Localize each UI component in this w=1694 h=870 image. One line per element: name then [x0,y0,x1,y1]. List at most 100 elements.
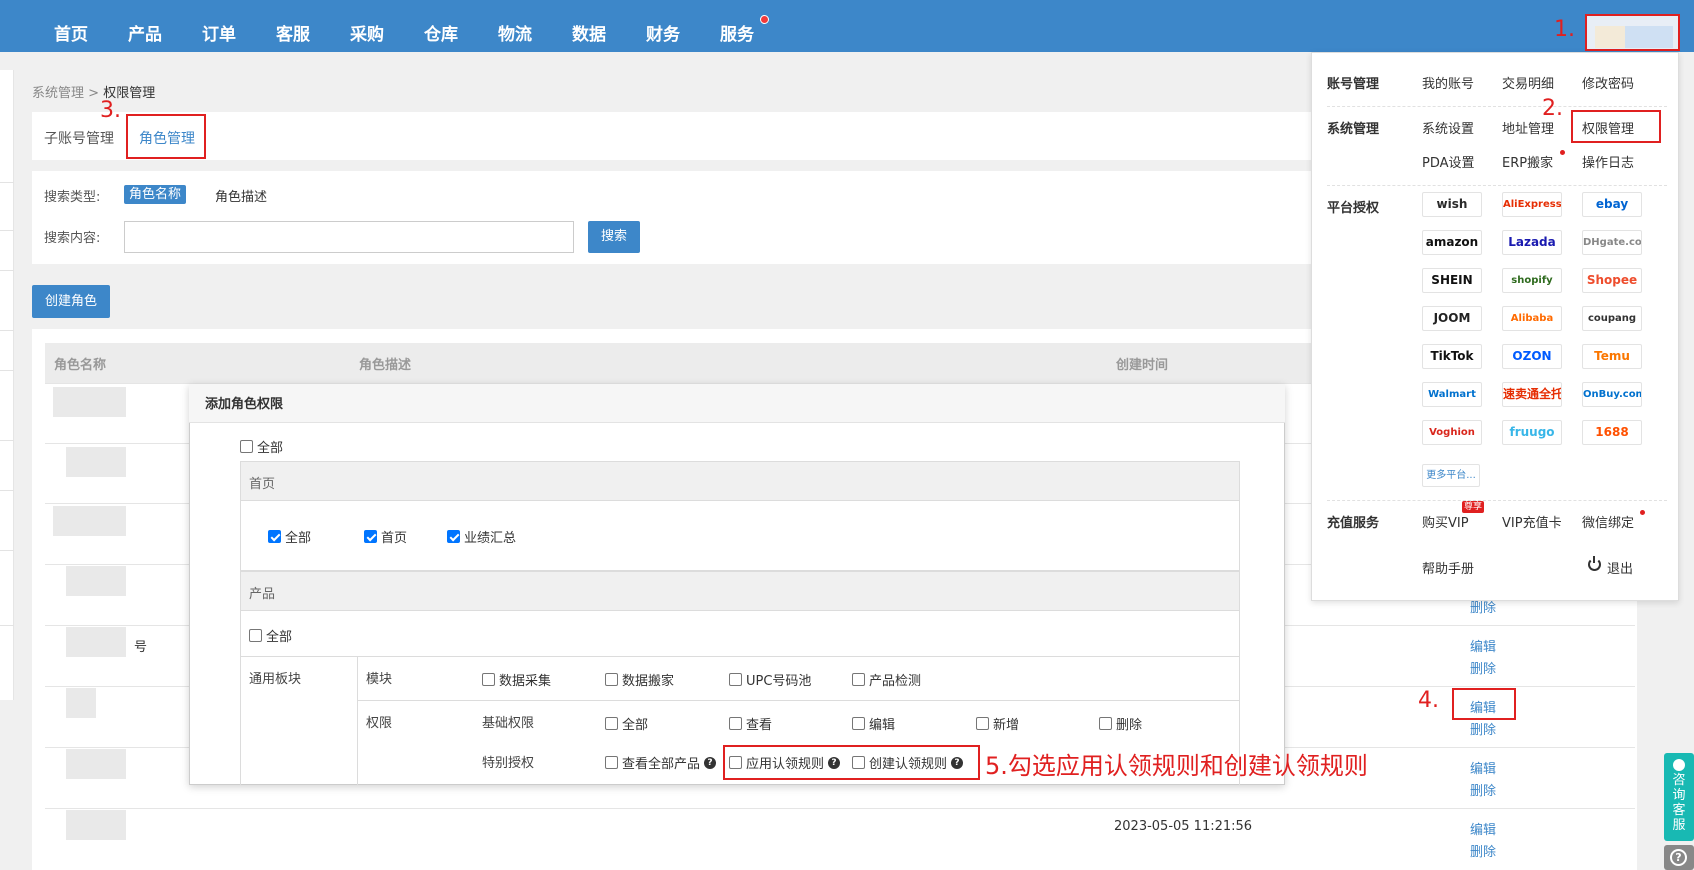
checkbox-product-check[interactable]: 产品检测 [852,670,921,689]
power-icon[interactable] [1588,556,1601,571]
checkbox-icon[interactable] [605,717,618,730]
checkbox-performance-summary[interactable]: 业绩汇总 [447,527,516,546]
checkbox-all-permissions[interactable]: 全部 [240,437,283,456]
menu-help-manual[interactable]: 帮助手册 [1422,558,1474,577]
platform-alibaba-button[interactable]: Alibaba [1502,306,1562,331]
platform-aliexpress-button[interactable]: AliExpress [1502,192,1562,217]
checkbox-data-migrate[interactable]: 数据搬家 [605,670,674,689]
search-type-role-name[interactable]: 角色名称 [124,185,187,204]
platform-lazada-button[interactable]: Lazada [1502,230,1562,255]
platform-amazon-button[interactable]: amazon [1422,230,1482,255]
menu-logout[interactable]: 退出 [1607,558,1633,577]
redacted-role-name [66,566,126,596]
menu-erp-migration[interactable]: ERP搬家 [1502,152,1553,171]
edit-link[interactable]: 编辑 [1470,636,1496,655]
create-role-button[interactable]: 创建角色 [32,285,110,318]
checkbox-home[interactable]: 首页 [364,527,407,546]
checkbox-icon[interactable] [482,673,495,686]
delete-link[interactable]: 删除 [1470,719,1496,738]
platform-onbuy-com-button[interactable]: OnBuy.com [1582,382,1642,407]
platform-temu-button[interactable]: Temu [1582,344,1642,369]
checkbox-basic-view[interactable]: 查看 [729,714,772,733]
nav-finance[interactable]: 财务 [646,20,680,45]
menu-operation-log[interactable]: 操作日志 [1582,152,1634,171]
menu-my-account[interactable]: 我的账号 [1422,73,1474,92]
checkbox-icon[interactable] [852,673,865,686]
breadcrumb-parent[interactable]: 系统管理 [32,86,84,101]
customer-service-float[interactable]: 咨询客服 [1664,753,1694,841]
platform-fruugo-button[interactable]: fruugo [1502,420,1562,445]
nav-product[interactable]: 产品 [128,20,162,45]
checkbox-icon[interactable] [249,629,262,642]
edit-link[interactable]: 编辑 [1470,819,1496,838]
checkbox-label: 首页 [381,531,408,546]
nav-services[interactable]: 服务 [720,20,754,45]
checkbox-icon[interactable] [729,717,742,730]
platform-ebay-button[interactable]: ebay [1582,192,1642,217]
checkbox-basic-add[interactable]: 新增 [976,714,1019,733]
tab-sub-accounts[interactable]: 子账号管理 [44,128,114,148]
platform-shein-button[interactable]: SHEIN [1422,268,1482,293]
checkbox-icon[interactable] [605,673,618,686]
platform--button[interactable]: 速卖通全托管 [1502,382,1562,407]
nav-purchase[interactable]: 采购 [350,20,384,45]
help-float[interactable]: ? [1664,845,1694,870]
menu-change-password[interactable]: 修改密码 [1582,73,1634,92]
checkbox-icon[interactable] [852,717,865,730]
menu-system-settings[interactable]: 系统设置 [1422,118,1474,137]
account-avatar-button[interactable] [1585,14,1680,51]
search-type-role-desc[interactable]: 角色描述 [215,186,267,205]
checkbox-icon[interactable] [268,530,281,543]
redacted-role-name [53,387,126,417]
platform-ozon-button[interactable]: OZON [1502,344,1562,369]
platform-wish-button[interactable]: wish [1422,192,1482,217]
nav-orders[interactable]: 订单 [202,20,236,45]
platform-coupang-button[interactable]: coupang [1582,306,1642,331]
menu-vip-card[interactable]: VIP充值卡 [1502,512,1562,531]
checkbox-upc-pool[interactable]: UPC号码池 [729,670,811,689]
search-button[interactable]: 搜索 [588,221,640,253]
menu-buy-vip[interactable]: 购买VIP [1422,512,1469,531]
menu-pda-settings[interactable]: PDA设置 [1422,152,1475,171]
nav-data[interactable]: 数据 [572,20,606,45]
platform-walmart-button[interactable]: Walmart [1422,382,1482,407]
checkbox-icon[interactable] [976,717,989,730]
nav-customer-service[interactable]: 客服 [276,20,310,45]
checkbox-icon[interactable] [364,530,377,543]
checkbox-basic-edit[interactable]: 编辑 [852,714,895,733]
checkbox-basic-all[interactable]: 全部 [605,714,648,733]
delete-link[interactable]: 删除 [1470,841,1496,860]
nav-services-badge [760,15,769,24]
delete-link[interactable]: 删除 [1470,780,1496,799]
platform-1688-button[interactable]: 1688 [1582,420,1642,445]
checkbox-home-all[interactable]: 全部 [268,527,311,546]
checkbox-view-all-products[interactable]: 查看全部产品? [605,753,717,772]
checkbox-icon[interactable] [729,673,742,686]
nav-logistics[interactable]: 物流 [498,20,532,45]
platform-voghion-button[interactable]: Voghion [1422,420,1482,445]
search-input[interactable] [124,221,574,253]
platform-shopee-button[interactable]: Shopee [1582,268,1642,293]
menu-transactions[interactable]: 交易明细 [1502,73,1554,92]
question-icon[interactable]: ? [704,756,717,769]
checkbox-icon[interactable] [1099,717,1112,730]
checkbox-basic-delete[interactable]: 删除 [1099,714,1142,733]
th-role-desc: 角色描述 [359,358,412,373]
checkbox-icon[interactable] [605,756,618,769]
menu-wechat-bind[interactable]: 微信绑定 [1582,512,1634,531]
checkbox-label: 数据搬家 [622,674,675,689]
checkbox-data-collect[interactable]: 数据采集 [482,670,551,689]
edit-link[interactable]: 编辑 [1470,758,1496,777]
checkbox-product-all[interactable]: 全部 [249,626,292,645]
nav-warehouse[interactable]: 仓库 [424,20,458,45]
vip-exclusive-badge: 尊享 [1462,501,1485,513]
checkbox-icon[interactable] [447,530,460,543]
platform-tiktok-button[interactable]: TikTok [1422,344,1482,369]
more-platforms-button[interactable]: 更多平台... [1422,464,1480,487]
checkbox-icon[interactable] [240,440,253,453]
nav-home[interactable]: 首页 [54,20,88,45]
platform-dhgate-com-button[interactable]: DHgate.com [1582,230,1642,255]
delete-link[interactable]: 删除 [1470,658,1496,677]
platform-shopify-button[interactable]: shopify [1502,268,1562,293]
platform-joom-button[interactable]: JOOM [1422,306,1482,331]
